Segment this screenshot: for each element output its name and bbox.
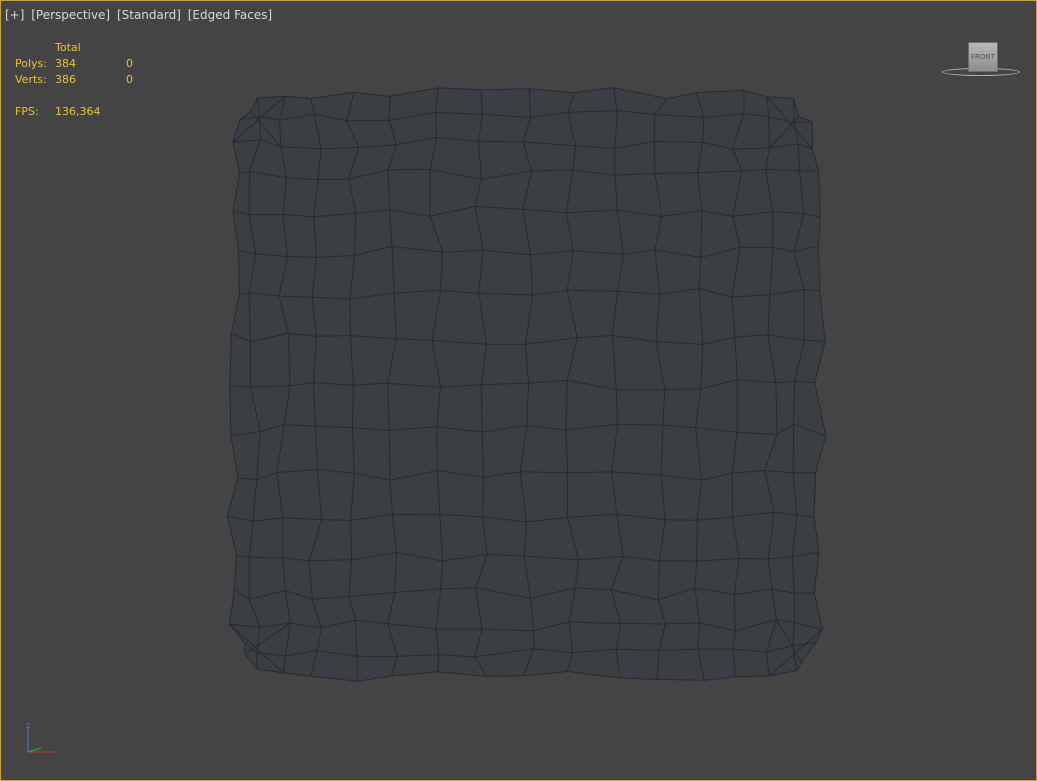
wireframe-mesh[interactable]	[1, 1, 1036, 780]
mesh-edge	[346, 119, 390, 122]
mesh-edge	[356, 656, 358, 682]
mesh-edge	[249, 556, 283, 559]
mesh-edge	[388, 96, 391, 121]
svg-text:Z: Z	[26, 722, 31, 730]
mesh-body	[227, 87, 826, 682]
mesh-edge	[654, 172, 698, 174]
viewcube-front-face[interactable]: FRONT	[968, 42, 998, 72]
mesh-edge	[620, 623, 666, 625]
viewcube[interactable]: FRONT	[941, 39, 1023, 81]
mesh-edge	[248, 171, 250, 215]
mesh-edge	[664, 388, 701, 391]
mesh-edge	[318, 178, 349, 181]
mesh-edge	[799, 170, 819, 172]
mesh-edge	[793, 98, 795, 123]
mesh-faces	[227, 87, 827, 682]
mesh-edge	[739, 558, 769, 560]
mesh-edge	[653, 114, 656, 142]
axis-tripod-icon: Z	[26, 722, 55, 753]
mesh-edge	[388, 430, 391, 481]
mesh-edge	[316, 335, 351, 337]
mesh-edge	[349, 299, 351, 336]
perspective-viewport[interactable]: [+] [Perspective] [Standard] [Edged Face…	[0, 0, 1037, 781]
mesh-edge	[486, 675, 524, 677]
